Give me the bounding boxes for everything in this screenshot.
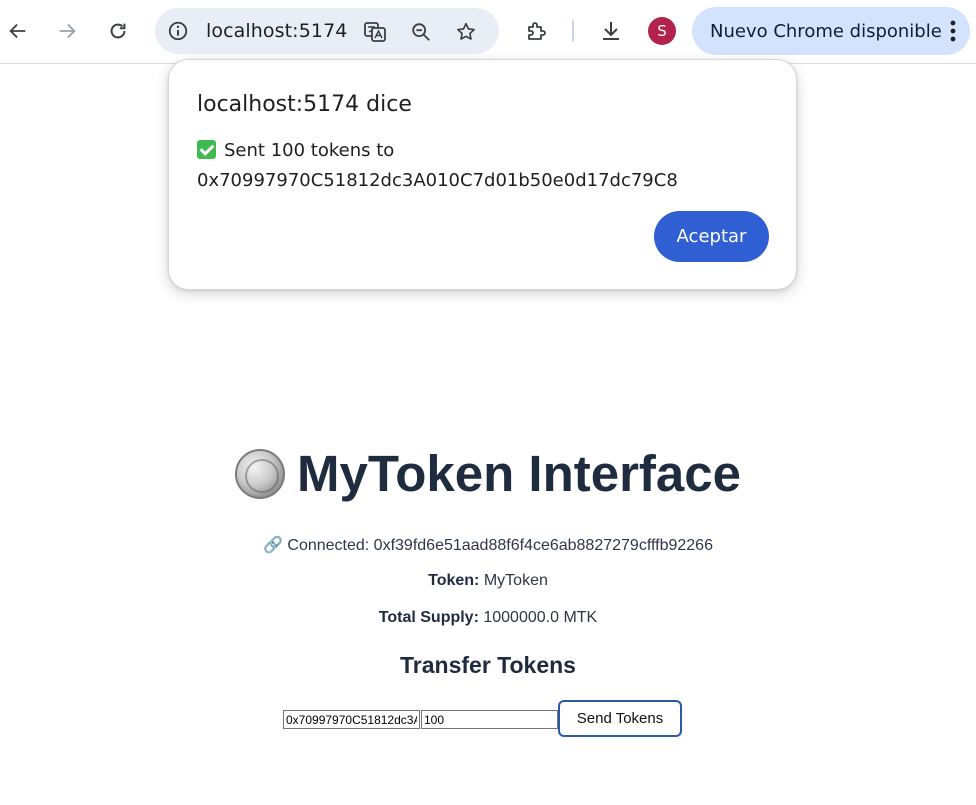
check-mark-icon xyxy=(197,140,216,159)
profile-avatar[interactable]: S xyxy=(648,17,676,45)
supply-value: 1000000.0 MTK xyxy=(483,609,598,626)
send-tokens-button[interactable]: Send Tokens xyxy=(558,700,682,737)
reload-icon xyxy=(110,23,126,39)
back-icon xyxy=(9,23,26,39)
accept-button[interactable]: Aceptar xyxy=(654,211,769,262)
coin-icon xyxy=(234,448,285,499)
extensions-icon xyxy=(528,22,546,40)
update-label: Nuevo Chrome disponible xyxy=(710,21,942,42)
transfer-heading: Transfer Tokens xyxy=(400,652,576,678)
zoom-icon xyxy=(412,23,430,41)
bookmark-button[interactable] xyxy=(452,18,480,46)
back-button[interactable] xyxy=(2,15,34,47)
url-text[interactable]: localhost:5174 xyxy=(206,20,347,42)
forward-button[interactable] xyxy=(51,15,83,47)
address-bar[interactable]: localhost:5174 xyxy=(155,8,499,54)
token-name-row: Token: MyToken xyxy=(0,572,976,590)
reload-button[interactable] xyxy=(102,15,134,47)
page-heading: MyToken Interface xyxy=(0,444,976,503)
translate-icon xyxy=(364,22,386,42)
toolbar-separator xyxy=(572,20,574,42)
page-title: MyToken Interface xyxy=(296,445,741,502)
total-supply-row: Total Supply: 1000000.0 MTK xyxy=(0,609,976,627)
connected-account: 🔗 Connected: 0xf39fd6e51aad88f6f4ce6ab88… xyxy=(263,537,713,554)
alert-dialog: localhost:5174 dice Sent 100 tokens to 0… xyxy=(168,59,797,290)
more-vert-icon[interactable] xyxy=(944,17,962,45)
zoom-button[interactable] xyxy=(407,18,435,46)
site-info-button[interactable] xyxy=(165,18,191,44)
translate-button[interactable] xyxy=(361,18,389,46)
chrome-update-button[interactable]: Nuevo Chrome disponible xyxy=(692,7,970,55)
site-info-icon xyxy=(168,21,188,41)
download-icon xyxy=(603,22,619,40)
token-label: Token: xyxy=(428,572,480,589)
recipient-address-input[interactable] xyxy=(283,710,420,729)
dialog-message-line2: 0x70997970C51812dc3A010C7d01b50e0d17dc79… xyxy=(197,170,678,191)
browser-toolbar: localhost:5174 S Nuevo Chrome disponible xyxy=(0,0,976,64)
dialog-message-line1: Sent 100 tokens to xyxy=(224,140,395,161)
extensions-button[interactable] xyxy=(521,15,553,47)
token-value: MyToken xyxy=(483,572,548,589)
dialog-message: Sent 100 tokens to 0x70997970C51812dc3A0… xyxy=(197,136,777,196)
forward-icon xyxy=(59,23,76,39)
bookmark-star-icon xyxy=(457,22,475,40)
amount-input[interactable] xyxy=(421,710,558,729)
supply-label: Total Supply: xyxy=(378,609,479,626)
downloads-button[interactable] xyxy=(595,15,627,47)
dialog-title: localhost:5174 dice xyxy=(197,92,412,117)
